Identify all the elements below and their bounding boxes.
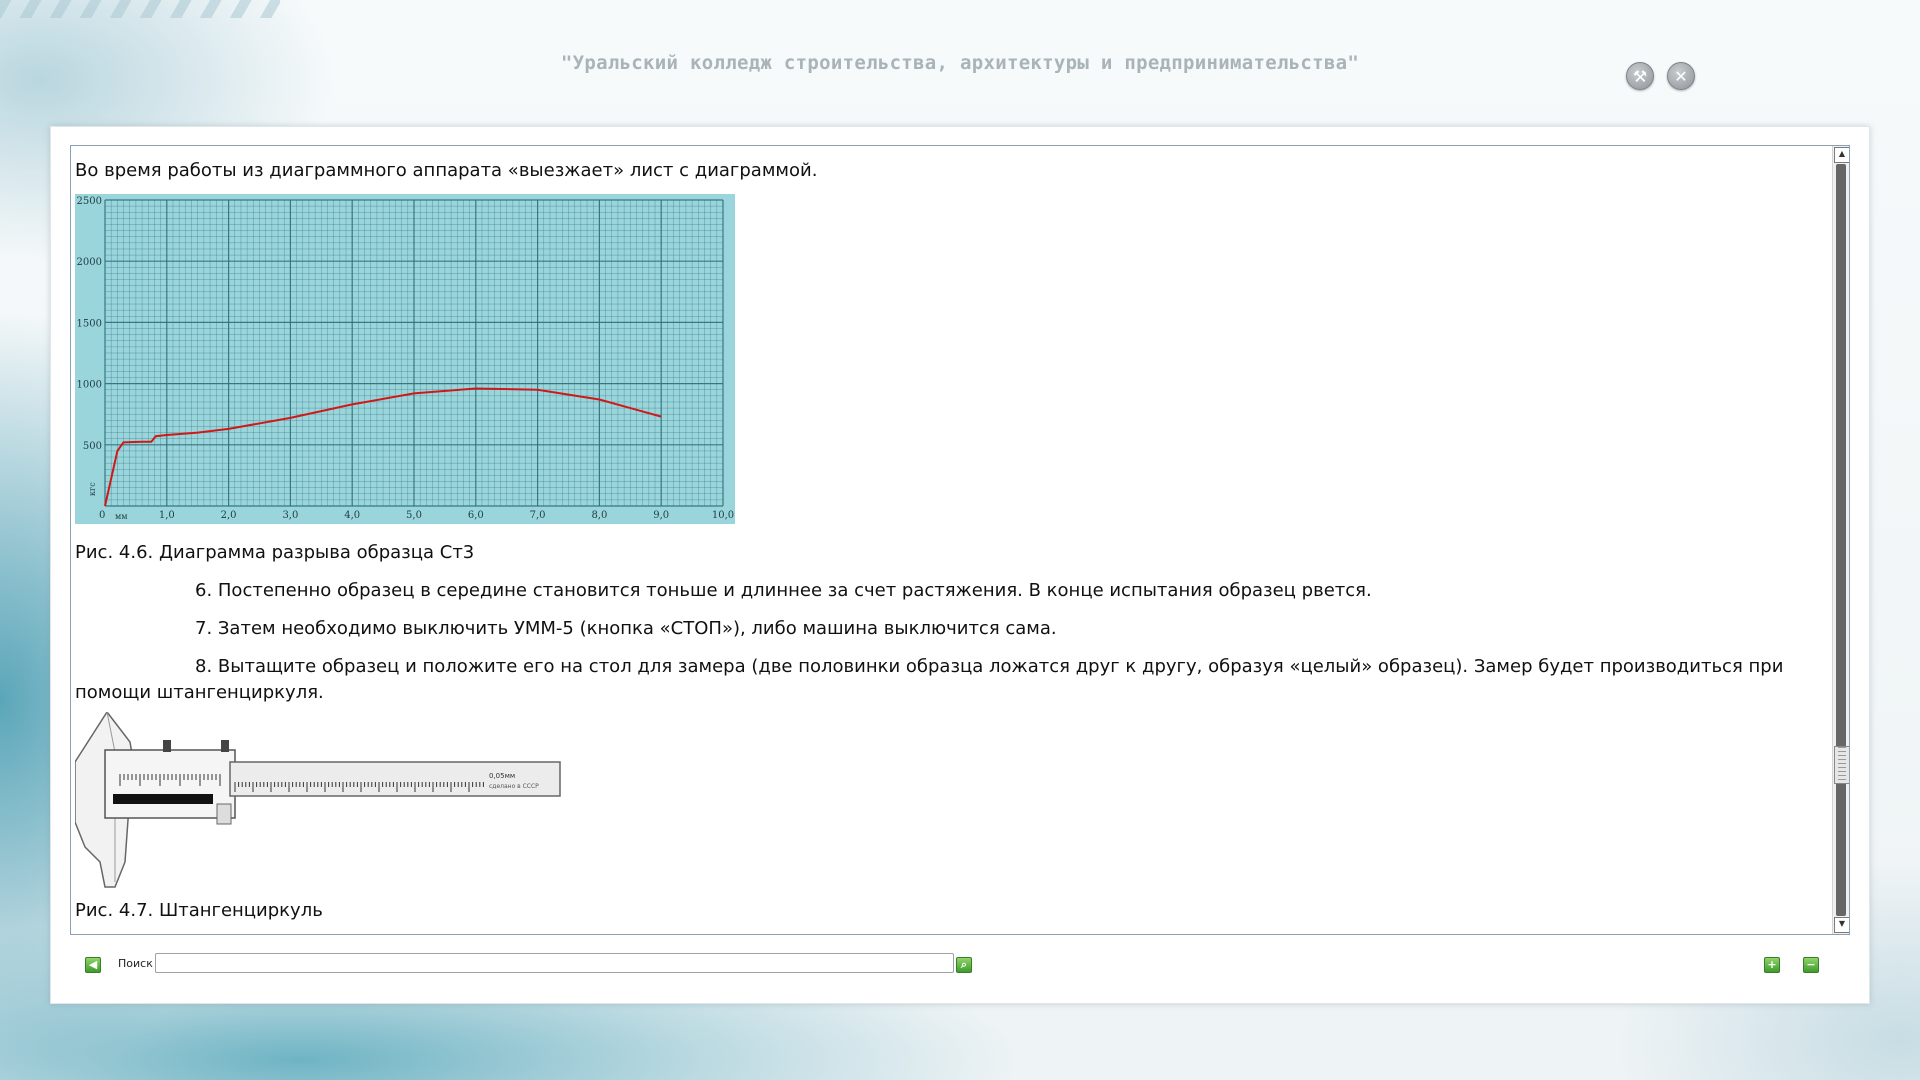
bottom-toolbar: ◀ Поиск ⌕ + − bbox=[51, 947, 1869, 981]
y-tick-label: 2500 bbox=[77, 196, 102, 207]
search-input[interactable] bbox=[155, 953, 954, 973]
figure-caption-1: Рис. 4.6. Диаграмма разрыва образца Ст3 bbox=[75, 542, 475, 563]
document-view: Во время работы из диаграммного аппарата… bbox=[70, 145, 1850, 935]
x-tick-label: 8,0 bbox=[591, 510, 607, 521]
intro-paragraph: Во время работы из диаграммного аппарата… bbox=[75, 160, 818, 181]
y-unit-label: кгс bbox=[88, 482, 97, 496]
x-tick-label: 9,0 bbox=[653, 510, 669, 521]
search-icon[interactable]: ⌕ bbox=[956, 957, 972, 973]
back-arrow-icon[interactable]: ◀ bbox=[85, 957, 101, 973]
x-tick-label: 7,0 bbox=[530, 510, 546, 521]
y-tick-label: 1000 bbox=[77, 380, 102, 391]
scroll-track[interactable] bbox=[1836, 164, 1846, 916]
x-tick-label: 1,0 bbox=[159, 510, 175, 521]
decorative-stripes bbox=[0, 0, 280, 18]
tensile-diagram-figure: 0 1,0 2,0 3,0 4,0 5,0 6,0 7,0 8,0 9,0 10,0 мм 500 100… bbox=[75, 194, 735, 524]
close-icon[interactable]: ✕ bbox=[1667, 62, 1695, 90]
x-unit-label: мм bbox=[115, 512, 127, 521]
zoom-out-icon[interactable]: − bbox=[1803, 957, 1819, 973]
scroll-thumb[interactable] bbox=[1834, 746, 1849, 784]
x-tick-label: 3,0 bbox=[282, 510, 298, 521]
x-tick-label: 5,0 bbox=[406, 510, 422, 521]
caliper-made-label: сделано в СССР bbox=[489, 783, 539, 790]
x-tick-label: 2,0 bbox=[221, 510, 237, 521]
y-tick-label: 2000 bbox=[77, 257, 102, 268]
caliper-illustration: 0,05мм сделано в СССР bbox=[74, 710, 561, 888]
step-7: 7. Затем необходимо выключить УММ-5 (кно… bbox=[195, 618, 1057, 639]
main-panel: Во время работы из диаграммного аппарата… bbox=[50, 126, 1870, 1004]
step-8: 8. Вытащите образец и положите его на ст… bbox=[75, 656, 1784, 703]
search-label: Поиск bbox=[118, 957, 153, 970]
x-tick-label: 4,0 bbox=[344, 510, 360, 521]
scroll-up-arrow-icon[interactable]: ▲ bbox=[1834, 147, 1849, 163]
zoom-in-icon[interactable]: + bbox=[1764, 957, 1780, 973]
wrench-icon[interactable]: ⚒ bbox=[1626, 62, 1654, 90]
y-tick-label: 1500 bbox=[77, 318, 102, 329]
scroll-down-arrow-icon[interactable]: ▼ bbox=[1834, 917, 1849, 933]
caliper-figure: 0,05мм сделано в СССР bbox=[74, 710, 565, 892]
figure-caption-2: Рис. 4.7. Штангенциркуль bbox=[75, 900, 323, 921]
vertical-scrollbar[interactable]: ▲ ▼ bbox=[1832, 146, 1849, 934]
caliper-precision-label: 0,05мм bbox=[489, 772, 515, 780]
y-tick-label: 500 bbox=[83, 441, 102, 452]
x-tick-label: 0 bbox=[99, 510, 105, 521]
x-tick-label: 6,0 bbox=[468, 510, 484, 521]
step-6: 6. Постепенно образец в середине станови… bbox=[195, 580, 1372, 601]
x-tick-label: 10,0 bbox=[712, 510, 734, 521]
tensile-chart: 0 1,0 2,0 3,0 4,0 5,0 6,0 7,0 8,0 9,0 10,0 мм 500 100… bbox=[77, 196, 735, 521]
